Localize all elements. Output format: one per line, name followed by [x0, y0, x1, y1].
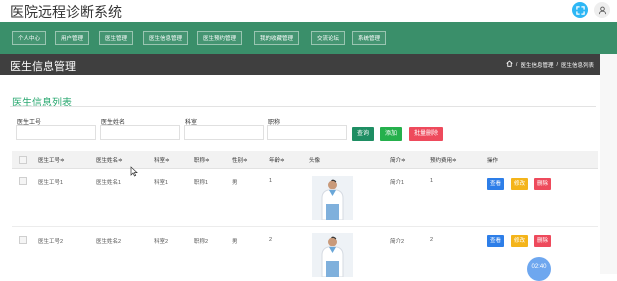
- cell-gender: 男: [232, 180, 238, 186]
- section-divider: [10, 106, 596, 107]
- department-input[interactable]: [184, 125, 264, 140]
- cell-intro: 简介2: [390, 239, 405, 245]
- search-button[interactable]: 查询: [352, 127, 375, 141]
- col-avatar: 头像: [309, 158, 321, 164]
- page-header: 医生信息管理 / 医生信息管理 / 医生信息列表: [0, 54, 600, 75]
- cell-fee: 1: [430, 178, 434, 184]
- table-row[interactable]: 医生工号1 医生姓名1 科室1 职称1 男 1 简介1 1 查看 修改 删除: [12, 169, 598, 227]
- page-scrollbar[interactable]: [600, 54, 617, 274]
- col-title[interactable]: 职称≑: [194, 156, 210, 164]
- doctor-id-input[interactable]: [16, 125, 96, 140]
- breadcrumb: / 医生信息管理 / 医生信息列表: [506, 60, 594, 69]
- col-age[interactable]: 年龄≑: [269, 156, 285, 164]
- nav-item-system[interactable]: 系统管理: [352, 31, 387, 45]
- cell-age: 2: [269, 237, 273, 243]
- col-actions: 操作: [487, 158, 499, 164]
- breadcrumb-item-doctor-list: 医生信息列表: [560, 62, 594, 69]
- edit-button[interactable]: 修改: [511, 178, 529, 190]
- cell-doctor-id: 医生工号1: [38, 180, 64, 186]
- col-gender[interactable]: 性别≑: [232, 156, 248, 164]
- view-button[interactable]: 查看: [487, 178, 505, 190]
- cell-title: 职称2: [194, 239, 209, 245]
- user-icon[interactable]: [594, 2, 610, 18]
- nav-item-doctor-management[interactable]: 医生管理: [99, 31, 134, 45]
- main-nav: 个人中心 用户管理 医生管理 医生信息管理 医生预约管理 我的收藏管理 交流论坛…: [0, 22, 617, 54]
- nav-item-doctor-info[interactable]: 医生信息管理: [143, 31, 189, 45]
- cell-intro: 简介1: [390, 180, 405, 186]
- cell-fee: 2: [430, 237, 434, 243]
- batch-delete-button[interactable]: 批量删除: [409, 127, 444, 141]
- cell-doctor-name: 医生姓名1: [96, 180, 122, 186]
- select-all-checkbox[interactable]: [19, 156, 27, 164]
- cell-title: 职称1: [194, 180, 209, 186]
- cell-department: 科室2: [154, 239, 169, 245]
- cell-gender: 男: [232, 239, 238, 245]
- table-row[interactable]: 医生工号2 医生姓名2 科室2 职称2 男 2 简介2 2 查看 修改 删除: [12, 227, 598, 277]
- cell-doctor-id: 医生工号2: [38, 239, 64, 245]
- title-input[interactable]: [267, 125, 347, 140]
- floating-badge[interactable]: 02:40: [527, 257, 551, 281]
- nav-item-personal-center[interactable]: 个人中心: [12, 31, 47, 45]
- breadcrumb-separator: /: [556, 61, 558, 68]
- cell-department: 科室1: [154, 180, 169, 186]
- page-title: 医生信息管理: [10, 61, 76, 73]
- breadcrumb-separator: /: [515, 61, 518, 68]
- top-bar: 医院远程诊断系统: [0, 0, 617, 22]
- doctor-name-input[interactable]: [100, 125, 180, 140]
- view-button[interactable]: 查看: [487, 235, 505, 247]
- nav-item-forum[interactable]: 交流论坛: [311, 31, 346, 45]
- fullscreen-icon[interactable]: [572, 2, 588, 18]
- doctor-avatar-image: [312, 176, 353, 220]
- table-header: 医生工号≑ 医生姓名≑ 科室≑ 职称≑ 性别≑ 年龄≑ 头像 简介≑ 预约费用≑…: [12, 151, 598, 169]
- col-intro[interactable]: 简介≑: [390, 156, 406, 164]
- mouse-cursor-icon: [130, 164, 138, 182]
- edit-button[interactable]: 修改: [511, 235, 529, 247]
- home-icon[interactable]: [506, 60, 513, 69]
- row-checkbox[interactable]: [19, 236, 27, 244]
- col-doctor-id[interactable]: 医生工号≑: [38, 156, 65, 164]
- breadcrumb-item-doctor-info[interactable]: 医生信息管理: [520, 61, 553, 69]
- col-fee[interactable]: 预约费用≑: [430, 156, 457, 164]
- delete-button[interactable]: 删除: [534, 178, 552, 190]
- doctor-avatar-image: [312, 233, 353, 277]
- nav-item-user-management[interactable]: 用户管理: [55, 31, 90, 45]
- col-doctor-name[interactable]: 医生姓名≑: [96, 156, 123, 164]
- add-button[interactable]: 添加: [380, 127, 403, 141]
- nav-item-appointments[interactable]: 医生预约管理: [197, 31, 243, 45]
- delete-button[interactable]: 删除: [534, 235, 552, 247]
- cell-doctor-name: 医生姓名2: [96, 239, 122, 245]
- row-checkbox[interactable]: [19, 177, 27, 185]
- col-department[interactable]: 科室≑: [154, 156, 170, 164]
- site-title: 医院远程诊断系统: [10, 4, 122, 20]
- cell-age: 1: [269, 178, 273, 184]
- nav-item-favorites[interactable]: 我的收藏管理: [254, 31, 300, 45]
